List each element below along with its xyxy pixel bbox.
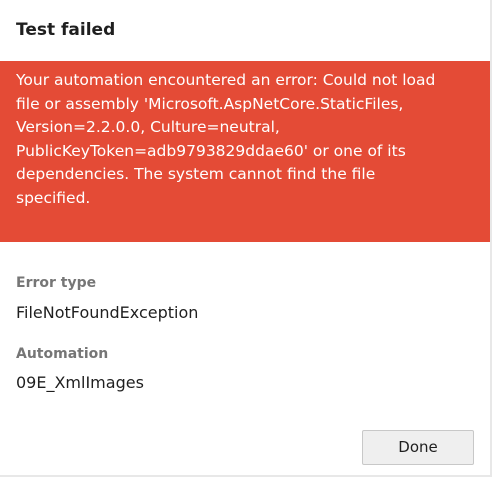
test-failed-dialog: Test failed Your automation encountered … [0, 0, 492, 477]
automation-label: Automation [16, 346, 109, 362]
error-type-label: Error type [16, 275, 97, 291]
error-banner: Your automation encountered an error: Co… [0, 61, 490, 242]
automation-value: 09E_XmlImages [16, 373, 144, 392]
done-button[interactable]: Done [362, 430, 474, 465]
dialog-title: Test failed [16, 20, 116, 40]
error-type-value: FileNotFoundException [16, 303, 199, 322]
error-message: Your automation encountered an error: Co… [16, 71, 436, 207]
